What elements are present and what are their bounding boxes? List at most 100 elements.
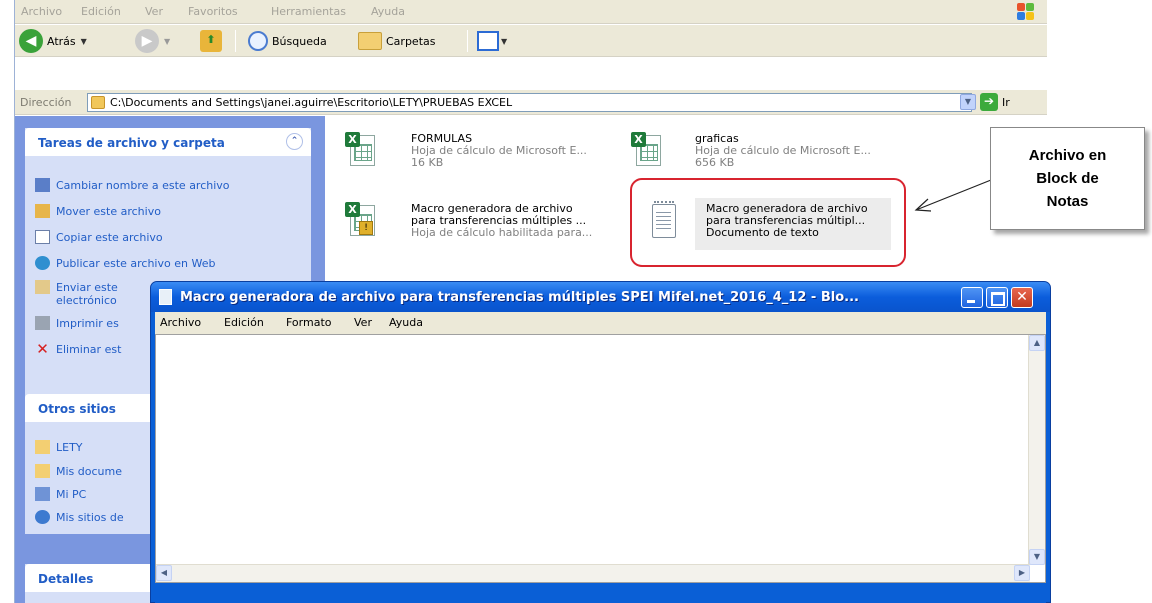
mail-icon <box>35 280 50 294</box>
views-icon <box>477 31 499 51</box>
up-folder-icon: ⬆ <box>200 30 222 52</box>
chevron-down-icon[interactable]: ▼ <box>501 37 507 46</box>
menu-favoritos[interactable]: Favoritos <box>188 5 238 18</box>
collapse-icon[interactable]: ⌃ <box>286 133 303 150</box>
search-button[interactable]: Búsqueda <box>248 25 327 57</box>
file-tasks-title[interactable]: Tareas de archivo y carpeta ⌃ <box>25 128 311 156</box>
notepad-menu-ver[interactable]: Ver <box>354 316 372 329</box>
task-label: Cambiar nombre a este archivo <box>56 178 230 192</box>
callout-line-3: Notas <box>1046 193 1089 210</box>
task-label: Imprimir es <box>56 316 119 330</box>
task-label: Eliminar est <box>56 342 122 356</box>
network-icon <box>35 510 50 524</box>
maximize-button[interactable] <box>986 287 1008 308</box>
notepad-menu-edicion[interactable]: Edición <box>224 316 264 329</box>
notepad-icon <box>159 289 172 305</box>
vertical-scrollbar[interactable]: ▲ ▼ <box>1028 335 1045 565</box>
forward-button[interactable]: ▶ ▼ <box>135 25 170 57</box>
notepad-title: Macro generadora de archivo para transfe… <box>180 290 859 305</box>
task-label: Publicar este archivo en Web <box>56 256 216 270</box>
address-label: Dirección <box>20 96 72 109</box>
search-label: Búsqueda <box>272 34 327 48</box>
back-button[interactable]: ◀ Atrás ▼ <box>19 25 87 57</box>
move-icon <box>35 204 50 218</box>
printer-icon <box>35 316 50 330</box>
horizontal-scrollbar[interactable]: ◀ ▶ <box>156 564 1030 582</box>
back-arrow-icon: ◀ <box>19 29 43 53</box>
file-size: 656 KB <box>695 156 735 169</box>
minimize-button[interactable] <box>961 287 983 308</box>
menu-edicion[interactable]: Edición <box>81 5 121 18</box>
scroll-down-icon[interactable]: ▼ <box>1029 549 1045 565</box>
address-path: C:\Documents and Settings\janei.aguirre\… <box>110 96 513 109</box>
callout-line-2: Block de <box>1036 170 1099 187</box>
go-button[interactable]: ➔ Ir <box>980 93 1010 111</box>
file-macro-xlsm[interactable]: Macro generadora de archivo para transfe… <box>411 203 592 239</box>
place-label: Mi PC <box>56 487 87 501</box>
task-print[interactable]: Imprimir es <box>35 314 119 332</box>
address-input[interactable]: C:\Documents and Settings\janei.aguirre\… <box>87 93 972 112</box>
file-size: 16 KB <box>411 156 444 169</box>
chevron-down-icon[interactable]: ▼ <box>81 37 87 46</box>
folder-icon <box>91 96 105 109</box>
chevron-down-icon[interactable]: ▼ <box>164 37 170 46</box>
close-button[interactable]: ✕ <box>1011 287 1033 308</box>
rename-icon <box>35 178 50 192</box>
task-send-line2[interactable]: electrónico <box>56 291 117 309</box>
excel-file-icon[interactable]: X <box>345 132 375 166</box>
file-formulas[interactable]: FORMULAS Hoja de cálculo de Microsoft E.… <box>411 133 587 169</box>
go-label: Ir <box>1002 95 1010 109</box>
panel-title: Otros sitios <box>38 402 116 416</box>
place-my-pc[interactable]: Mi PC <box>35 485 86 503</box>
place-network[interactable]: Mis sitios de <box>35 508 124 526</box>
task-move[interactable]: Mover este archivo <box>35 202 161 220</box>
place-my-documents[interactable]: Mis docume <box>35 462 122 480</box>
scroll-up-icon[interactable]: ▲ <box>1029 335 1045 351</box>
red-highlight-outline <box>630 178 906 267</box>
folder-icon <box>35 440 50 454</box>
explorer-menubar: Archivo Edición Ver Favoritos Herramient… <box>15 0 1047 24</box>
windows-logo-icon <box>1017 3 1035 21</box>
task-publish[interactable]: Publicar este archivo en Web <box>35 254 215 272</box>
file-type: Hoja de cálculo habilitada para... <box>411 226 593 239</box>
notepad-menu-archivo[interactable]: Archivo <box>160 316 201 329</box>
place-label: Mis sitios de <box>56 510 124 524</box>
notepad-menu-ayuda[interactable]: Ayuda <box>389 316 423 329</box>
folders-button[interactable]: Carpetas <box>358 25 435 57</box>
panel-title: Detalles <box>38 572 94 586</box>
callout-line-1: Archivo en <box>1028 147 1107 164</box>
folder-icon <box>358 32 382 50</box>
notepad-text-area[interactable]: ▲ ▼ ◀ ▶ <box>155 334 1046 583</box>
forward-arrow-icon: ▶ <box>135 29 159 53</box>
up-folder-button[interactable]: ⬆ <box>200 25 222 57</box>
menu-ayuda[interactable]: Ayuda <box>371 5 405 18</box>
task-rename[interactable]: Cambiar nombre a este archivo <box>35 176 230 194</box>
notepad-titlebar[interactable]: Macro generadora de archivo para transfe… <box>151 282 1050 312</box>
views-button[interactable]: ▼ <box>477 25 507 57</box>
copy-icon <box>35 230 50 244</box>
address-dropdown-icon[interactable]: ▼ <box>960 94 976 110</box>
notepad-menu-formato[interactable]: Formato <box>286 316 332 329</box>
globe-icon <box>35 256 50 270</box>
menu-herramientas[interactable]: Herramientas <box>271 5 346 18</box>
place-lety[interactable]: LETY <box>35 438 83 456</box>
menu-ver[interactable]: Ver <box>145 5 163 18</box>
folders-label: Carpetas <box>386 34 436 48</box>
documents-folder-icon <box>35 464 50 478</box>
go-arrow-icon: ➔ <box>980 93 998 111</box>
search-icon <box>248 31 268 51</box>
excel-macro-file-icon[interactable]: X! <box>345 202 375 236</box>
menu-archivo[interactable]: Archivo <box>21 5 62 18</box>
annotation-callout: Archivo en Block de Notas <box>990 127 1145 230</box>
excel-file-icon[interactable]: X <box>631 132 661 166</box>
explorer-toolbar: ◀ Atrás ▼ ▶ ▼ ⬆ Búsqueda Carpetas ▼ <box>15 25 1047 57</box>
panel-title: Tareas de archivo y carpeta <box>38 136 225 150</box>
notepad-menubar: Archivo Edición Formato Ver Ayuda <box>155 312 1046 334</box>
back-label: Atrás <box>47 34 76 48</box>
scroll-right-icon[interactable]: ▶ <box>1014 565 1030 581</box>
scroll-left-icon[interactable]: ◀ <box>156 565 172 581</box>
notepad-bottom-frame <box>155 583 1046 603</box>
task-copy[interactable]: Copiar este archivo <box>35 228 163 246</box>
task-delete[interactable]: ✕ Eliminar est <box>35 340 121 358</box>
file-graficas[interactable]: graficas Hoja de cálculo de Microsoft E.… <box>695 133 871 169</box>
